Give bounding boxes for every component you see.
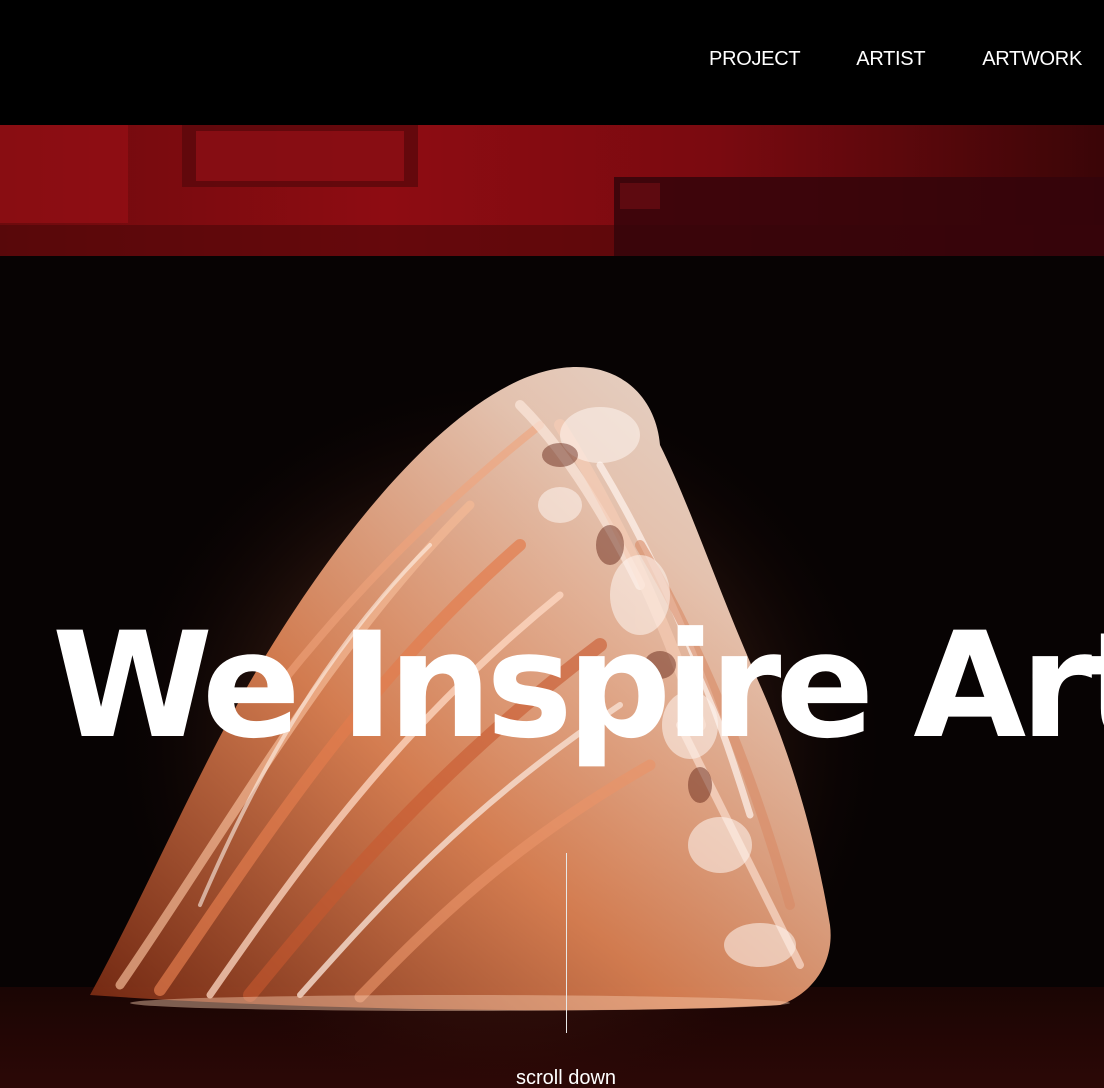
scroll-indicator-line <box>566 853 567 1033</box>
hero-title: We Inspire Art <box>52 601 1104 771</box>
site-header: PROJECT ARTIST ARTWORK <box>0 0 1104 125</box>
scroll-down-link[interactable]: scroll down <box>466 1066 666 1088</box>
main-nav: PROJECT ARTIST ARTWORK <box>709 44 1082 74</box>
nav-artwork-link[interactable]: ARTWORK <box>982 44 1082 74</box>
hero-section: We Inspire Art scroll down <box>0 125 1104 1088</box>
nav-project-link[interactable]: PROJECT <box>709 44 801 74</box>
nav-artist-link[interactable]: ARTIST <box>856 44 925 74</box>
